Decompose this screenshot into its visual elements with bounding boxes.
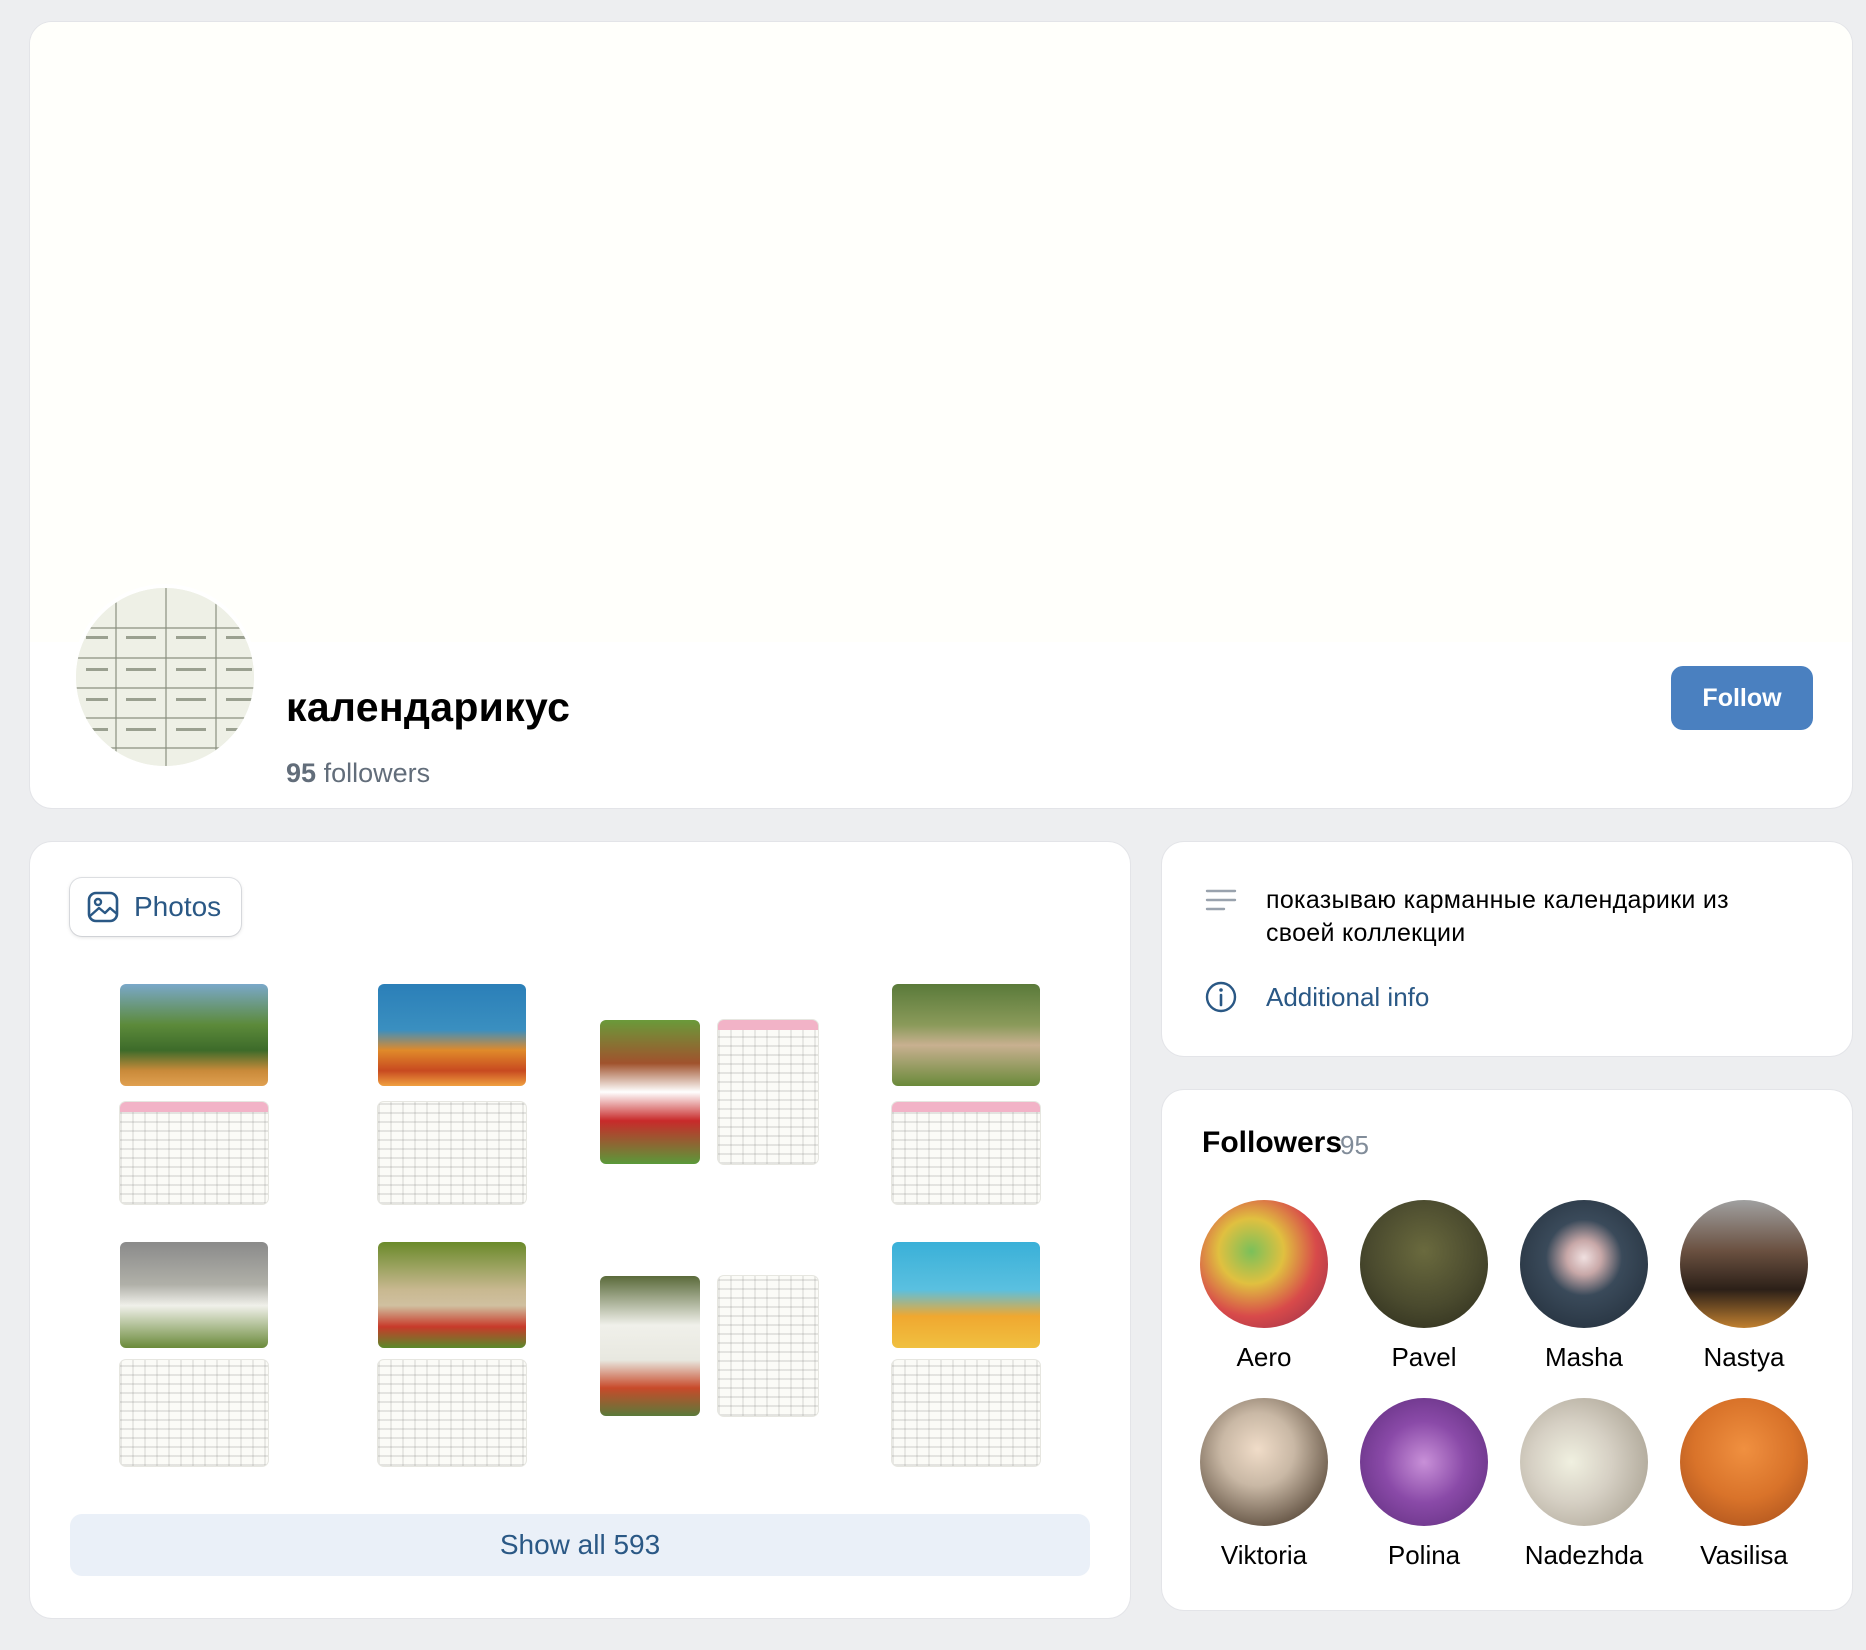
group-name: календарикус [286, 684, 571, 730]
follower-name: Nastya [1703, 1342, 1785, 1372]
calendar-back [378, 1360, 526, 1466]
follower-item[interactable]: Masha [1504, 1200, 1664, 1373]
calendar-back [892, 1102, 1040, 1204]
tab-photos[interactable]: Photos [70, 878, 241, 936]
calendar-front-puppy [600, 1020, 700, 1164]
calendar-front-sheep-poppies [378, 1242, 526, 1348]
followers-count-line[interactable]: 95 followers [286, 758, 430, 789]
followers-count: 95 [286, 758, 317, 788]
calendar-back [378, 1102, 526, 1204]
follower-item[interactable]: Pavel [1344, 1200, 1504, 1373]
avatar [1680, 1200, 1808, 1328]
followers-card: Followers 95 Aero Pavel Masha Nastya Vik… [1162, 1090, 1852, 1610]
calendar-front-white-lamb [600, 1276, 700, 1416]
group-avatar[interactable] [72, 584, 258, 770]
calendar-front-sheep [892, 984, 1040, 1086]
followers-word: followers [323, 758, 431, 788]
group-header: календарикус 95 followers Follow [30, 22, 1852, 808]
photos-card: Photos Show all 593 [30, 842, 1130, 1618]
calendar-back [120, 1360, 268, 1466]
calendar-avatar-image [76, 588, 254, 766]
avatar [1520, 1398, 1648, 1526]
calendar-back [718, 1276, 818, 1416]
info-icon [1205, 981, 1237, 1013]
follower-name: Vasilisa [1700, 1540, 1788, 1570]
calendar-front-fish [378, 984, 526, 1086]
follower-name: Viktoria [1220, 1540, 1308, 1570]
calendar-front-lambs [120, 1242, 268, 1348]
additional-info-row[interactable]: Additional info [1204, 980, 1429, 1014]
follower-name: Aero [1236, 1342, 1292, 1372]
group-description: показываю карманные календарики из своей… [1266, 886, 1729, 947]
info-card: показываю карманные календарики из своей… [1162, 842, 1852, 1056]
follower-item[interactable]: Vasilisa [1664, 1398, 1824, 1571]
calendar-back [120, 1102, 268, 1204]
followers-title[interactable]: Followers [1202, 1126, 1342, 1160]
follower-name: Pavel [1391, 1342, 1457, 1372]
follower-name: Masha [1544, 1342, 1624, 1372]
cover-image [30, 22, 1852, 642]
avatar [1200, 1200, 1328, 1328]
photo-icon [87, 891, 119, 923]
follower-item[interactable]: Viktoria [1184, 1398, 1344, 1571]
avatar [1680, 1398, 1808, 1526]
calendar-front-forest [120, 984, 268, 1086]
follower-name: Nadezhda [1524, 1540, 1644, 1570]
calendar-back [718, 1020, 818, 1164]
avatar [1360, 1398, 1488, 1526]
follower-item[interactable]: Aero [1184, 1200, 1344, 1373]
show-all-photos-button[interactable]: Show all 593 [70, 1514, 1090, 1576]
follow-button[interactable]: Follow [1671, 666, 1813, 730]
description-row: показываю карманные календарики из своей… [1204, 884, 1786, 950]
text-lines-icon [1205, 889, 1237, 911]
follower-item[interactable]: Polina [1344, 1398, 1504, 1571]
avatar [1360, 1200, 1488, 1328]
tab-photos-label: Photos [134, 891, 222, 922]
followers-title-count: 95 [1340, 1130, 1369, 1160]
calendar-back [892, 1360, 1040, 1466]
calendar-front-cartoon [892, 1242, 1040, 1348]
follower-name: Polina [1387, 1540, 1461, 1570]
additional-info-link[interactable]: Additional info [1266, 982, 1429, 1013]
avatar [1200, 1398, 1328, 1526]
avatar [1520, 1200, 1648, 1328]
follower-item[interactable]: Nadezhda [1504, 1398, 1664, 1571]
follower-item[interactable]: Nastya [1664, 1200, 1824, 1373]
